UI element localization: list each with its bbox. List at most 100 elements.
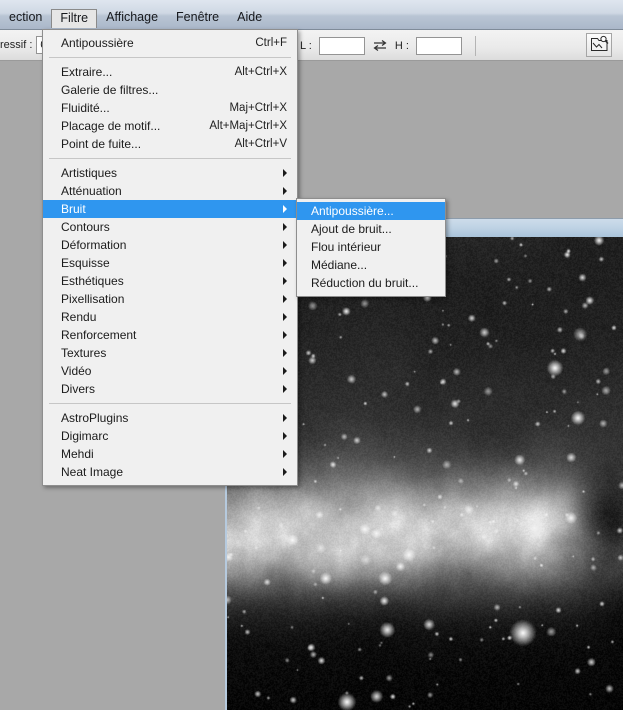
filter-menu-item-contours[interactable]: Contours bbox=[43, 218, 297, 236]
menu-item-label: Pixellisation bbox=[61, 292, 125, 306]
filter-menu-item-astroplugins[interactable]: AstroPlugins bbox=[43, 409, 297, 427]
submenu-arrow-icon bbox=[283, 367, 287, 375]
menu-bar-item-label: ection bbox=[9, 10, 43, 24]
submenu-arrow-icon bbox=[283, 295, 287, 303]
filter-menu-item-vid-o[interactable]: Vidéo bbox=[43, 362, 297, 380]
menu-item-label: Ajout de bruit... bbox=[311, 222, 392, 236]
bruit-submenu-item-ajout-de-bruit[interactable]: Ajout de bruit... bbox=[297, 220, 445, 238]
menu-item-label: Point de fuite... bbox=[61, 137, 142, 151]
bruit-submenu[interactable]: Antipoussière... Ajout de bruit... Flou in… bbox=[296, 198, 446, 297]
filter-menu-item-artistiques[interactable]: Artistiques bbox=[43, 164, 297, 182]
submenu-arrow-icon bbox=[283, 187, 287, 195]
filter-menu-item-pixellisation[interactable]: Pixellisation bbox=[43, 290, 297, 308]
menu-item-label: Contours bbox=[61, 220, 110, 234]
menu-item-label: Esquisse bbox=[61, 256, 110, 270]
menu-separator bbox=[49, 403, 291, 404]
submenu-arrow-icon bbox=[283, 468, 287, 476]
menu-item-label: Bruit bbox=[61, 202, 86, 216]
filter-menu-item-att-nuation[interactable]: Atténuation bbox=[43, 182, 297, 200]
filter-menu-item-point-de-fuite[interactable]: Point de fuite... Alt+Ctrl+V bbox=[43, 135, 297, 153]
menu-item-label: Divers bbox=[61, 382, 96, 396]
menu-bar-items: ection Filtre Affichage Fenêtre Aide bbox=[0, 8, 271, 28]
submenu-arrow-icon bbox=[283, 385, 287, 393]
filter-menu-item-galerie-de-filtres[interactable]: Galerie de filtres... bbox=[43, 81, 297, 99]
height-label: H : bbox=[394, 40, 409, 52]
bruit-submenu-item-r-duction-du-bruit[interactable]: Réduction du bruit... bbox=[297, 274, 445, 292]
menu-separator bbox=[49, 57, 291, 58]
menu-item-label: Mehdi bbox=[61, 447, 94, 461]
filter-menu-item-bruit[interactable]: Bruit bbox=[43, 200, 297, 218]
submenu-arrow-icon bbox=[283, 277, 287, 285]
filter-menu-item-neat-image[interactable]: Neat Image bbox=[43, 463, 297, 481]
filter-menu-item-mehdi[interactable]: Mehdi bbox=[43, 445, 297, 463]
submenu-arrow-icon bbox=[283, 223, 287, 231]
menu-item-label: Fluidité... bbox=[61, 101, 110, 115]
bruit-submenu-item-flou-int-rieur[interactable]: Flou intérieur bbox=[297, 238, 445, 256]
submenu-arrow-icon bbox=[283, 414, 287, 422]
menu-item-shortcut: Alt+Ctrl+X bbox=[234, 66, 287, 78]
filter-menu-item-esquisse[interactable]: Esquisse bbox=[43, 254, 297, 272]
filter-menu-item-textures[interactable]: Textures bbox=[43, 344, 297, 362]
menu-item-shortcut: Alt+Ctrl+V bbox=[234, 138, 287, 150]
menu-item-label: Rendu bbox=[61, 310, 97, 324]
menu-item-label: Galerie de filtres... bbox=[61, 83, 159, 97]
menu-item-label: Antipoussière bbox=[61, 36, 134, 50]
filter-menu-item-extraire[interactable]: Extraire... Alt+Ctrl+X bbox=[43, 63, 297, 81]
bruit-submenu-item-antipoussi-re[interactable]: Antipoussière... bbox=[297, 202, 445, 220]
menu-bar-item-affichage[interactable]: Affichage bbox=[97, 8, 167, 27]
menu-item-label: Neat Image bbox=[61, 465, 124, 479]
photoshop-window: ection Filtre Affichage Fenêtre Aide ressif … bbox=[0, 0, 623, 710]
filter-menu-item-divers[interactable]: Divers bbox=[43, 380, 297, 398]
progressive-label: ressif : bbox=[0, 39, 33, 51]
filter-menu-item-digimarc[interactable]: Digimarc bbox=[43, 427, 297, 445]
submenu-arrow-icon bbox=[283, 313, 287, 321]
menu-item-label: Placage de motif... bbox=[61, 119, 161, 133]
bridge-browser-icon bbox=[590, 35, 609, 56]
menu-item-label: Atténuation bbox=[61, 184, 122, 198]
submenu-arrow-icon bbox=[283, 349, 287, 357]
menu-bar: ection Filtre Affichage Fenêtre Aide bbox=[0, 0, 623, 30]
submenu-arrow-icon bbox=[283, 450, 287, 458]
swap-arrows-icon[interactable] bbox=[372, 39, 388, 53]
menu-item-label: Flou intérieur bbox=[311, 240, 382, 254]
width-input[interactable] bbox=[318, 37, 365, 55]
bruit-submenu-item-m-diane[interactable]: Médiane... bbox=[297, 256, 445, 274]
filter-menu-item-antipoussi-re[interactable]: Antipoussière Ctrl+F bbox=[43, 34, 297, 52]
menu-bar-item-label: Fenêtre bbox=[176, 10, 220, 24]
menu-bar-item-aide[interactable]: Aide bbox=[228, 8, 271, 27]
menu-item-label: Extraire... bbox=[61, 65, 113, 79]
submenu-arrow-icon bbox=[283, 205, 287, 213]
toolbar-divider bbox=[474, 36, 476, 56]
options-right-group: L : H : bbox=[300, 36, 482, 56]
menu-item-label: Renforcement bbox=[61, 328, 137, 342]
menu-item-shortcut: Alt+Maj+Ctrl+X bbox=[209, 120, 287, 132]
menu-item-label: Esthétiques bbox=[61, 274, 124, 288]
height-input[interactable] bbox=[415, 37, 462, 55]
menu-item-shortcut: Ctrl+F bbox=[255, 37, 287, 49]
filter-menu-item-esth-tiques[interactable]: Esthétiques bbox=[43, 272, 297, 290]
filter-menu-item-renforcement[interactable]: Renforcement bbox=[43, 326, 297, 344]
filter-menu-item-fluidit[interactable]: Fluidité... Maj+Ctrl+X bbox=[43, 99, 297, 117]
menu-item-shortcut: Maj+Ctrl+X bbox=[229, 102, 287, 114]
filter-menu-item-placage-de-motif[interactable]: Placage de motif... Alt+Maj+Ctrl+X bbox=[43, 117, 297, 135]
filter-menu-item-d-formation[interactable]: Déformation bbox=[43, 236, 297, 254]
menu-bar-item-fentre[interactable]: Fenêtre bbox=[167, 8, 228, 27]
filter-menu-item-rendu[interactable]: Rendu bbox=[43, 308, 297, 326]
submenu-arrow-icon bbox=[283, 169, 287, 177]
menu-bar-item-label: Affichage bbox=[106, 10, 159, 24]
menu-bar-item-label: Aide bbox=[237, 10, 263, 24]
submenu-arrow-icon bbox=[283, 259, 287, 267]
menu-separator bbox=[49, 158, 291, 159]
submenu-arrow-icon bbox=[283, 241, 287, 249]
menu-bar-item-ection[interactable]: ection bbox=[0, 8, 51, 27]
menu-item-label: Réduction du bruit... bbox=[311, 276, 419, 290]
filter-dropdown-menu[interactable]: Antipoussière Ctrl+F Extraire... Alt+Ctrl+X… bbox=[42, 29, 298, 486]
menu-bar-item-filtre[interactable]: Filtre bbox=[51, 8, 98, 28]
width-label: L : bbox=[300, 40, 312, 52]
menu-bar-item-label: Filtre bbox=[60, 10, 89, 25]
bridge-browser-button[interactable] bbox=[586, 33, 612, 57]
menu-item-label: Digimarc bbox=[61, 429, 109, 443]
submenu-arrow-icon bbox=[283, 331, 287, 339]
menu-item-label: Médiane... bbox=[311, 258, 368, 272]
menu-item-label: AstroPlugins bbox=[61, 411, 129, 425]
